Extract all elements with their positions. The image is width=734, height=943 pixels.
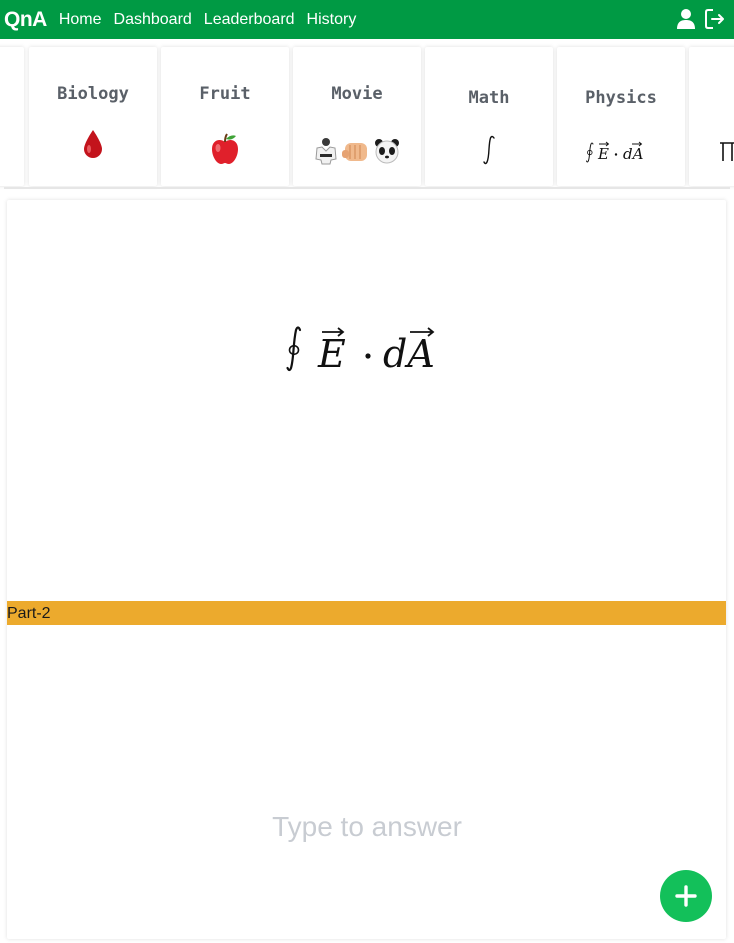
pi-symbol [717, 139, 734, 170]
integral-symbol [425, 135, 553, 170]
svg-text:dA: dA [383, 332, 435, 376]
category-label: Movie [331, 84, 383, 104]
nav-links: Home Dashboard Leaderboard History [59, 11, 369, 29]
brand-logo[interactable]: QnA [4, 8, 47, 32]
category-label: Biology [57, 84, 129, 104]
kung-fu-panda-icon [293, 137, 421, 170]
question-card: E dA Part-2 [7, 200, 726, 939]
plus-icon [675, 885, 697, 907]
svg-text:E: E [597, 145, 609, 163]
part-label: Part-2 [7, 605, 51, 622]
blood-drop-icon [29, 129, 157, 164]
category-card-movie[interactable]: Movie [293, 47, 421, 186]
category-label: Fruit [199, 84, 251, 104]
category-strip[interactable]: Biology Fruit Movie Math Physics E dA [0, 39, 734, 191]
nav-link-home[interactable]: Home [59, 11, 102, 29]
user-icon[interactable] [675, 8, 697, 30]
category-card-partial-left[interactable] [0, 47, 24, 186]
category-label: Math [468, 88, 510, 108]
logout-icon[interactable] [704, 8, 726, 30]
question-formula: E dA [7, 320, 726, 390]
nav-link-history[interactable]: History [307, 11, 357, 29]
svg-text:dA: dA [623, 145, 644, 163]
apple-icon [161, 133, 289, 170]
part-bar: Part-2 [7, 601, 726, 625]
martial-arts-uniform-icon [315, 138, 337, 165]
category-label: Physics [585, 88, 657, 108]
panda-icon [375, 139, 399, 164]
category-card-physics[interactable]: Physics E dA [557, 47, 685, 186]
add-button[interactable] [660, 870, 712, 922]
category-card-fruit[interactable]: Fruit [161, 47, 289, 186]
gauss-law-formula: E dA [557, 139, 685, 170]
answer-input[interactable] [117, 807, 617, 847]
nav-icons [668, 8, 726, 30]
nav-link-leaderboard[interactable]: Leaderboard [204, 11, 295, 29]
strip-divider [4, 187, 730, 189]
category-card-math[interactable]: Math [425, 47, 553, 186]
category-card-partial-right[interactable] [689, 47, 734, 186]
svg-text:E: E [317, 332, 346, 376]
fist-icon [342, 143, 367, 161]
navbar: QnA Home Dashboard Leaderboard History [0, 0, 734, 39]
nav-link-dashboard[interactable]: Dashboard [114, 11, 192, 29]
category-card-biology[interactable]: Biology [29, 47, 157, 186]
